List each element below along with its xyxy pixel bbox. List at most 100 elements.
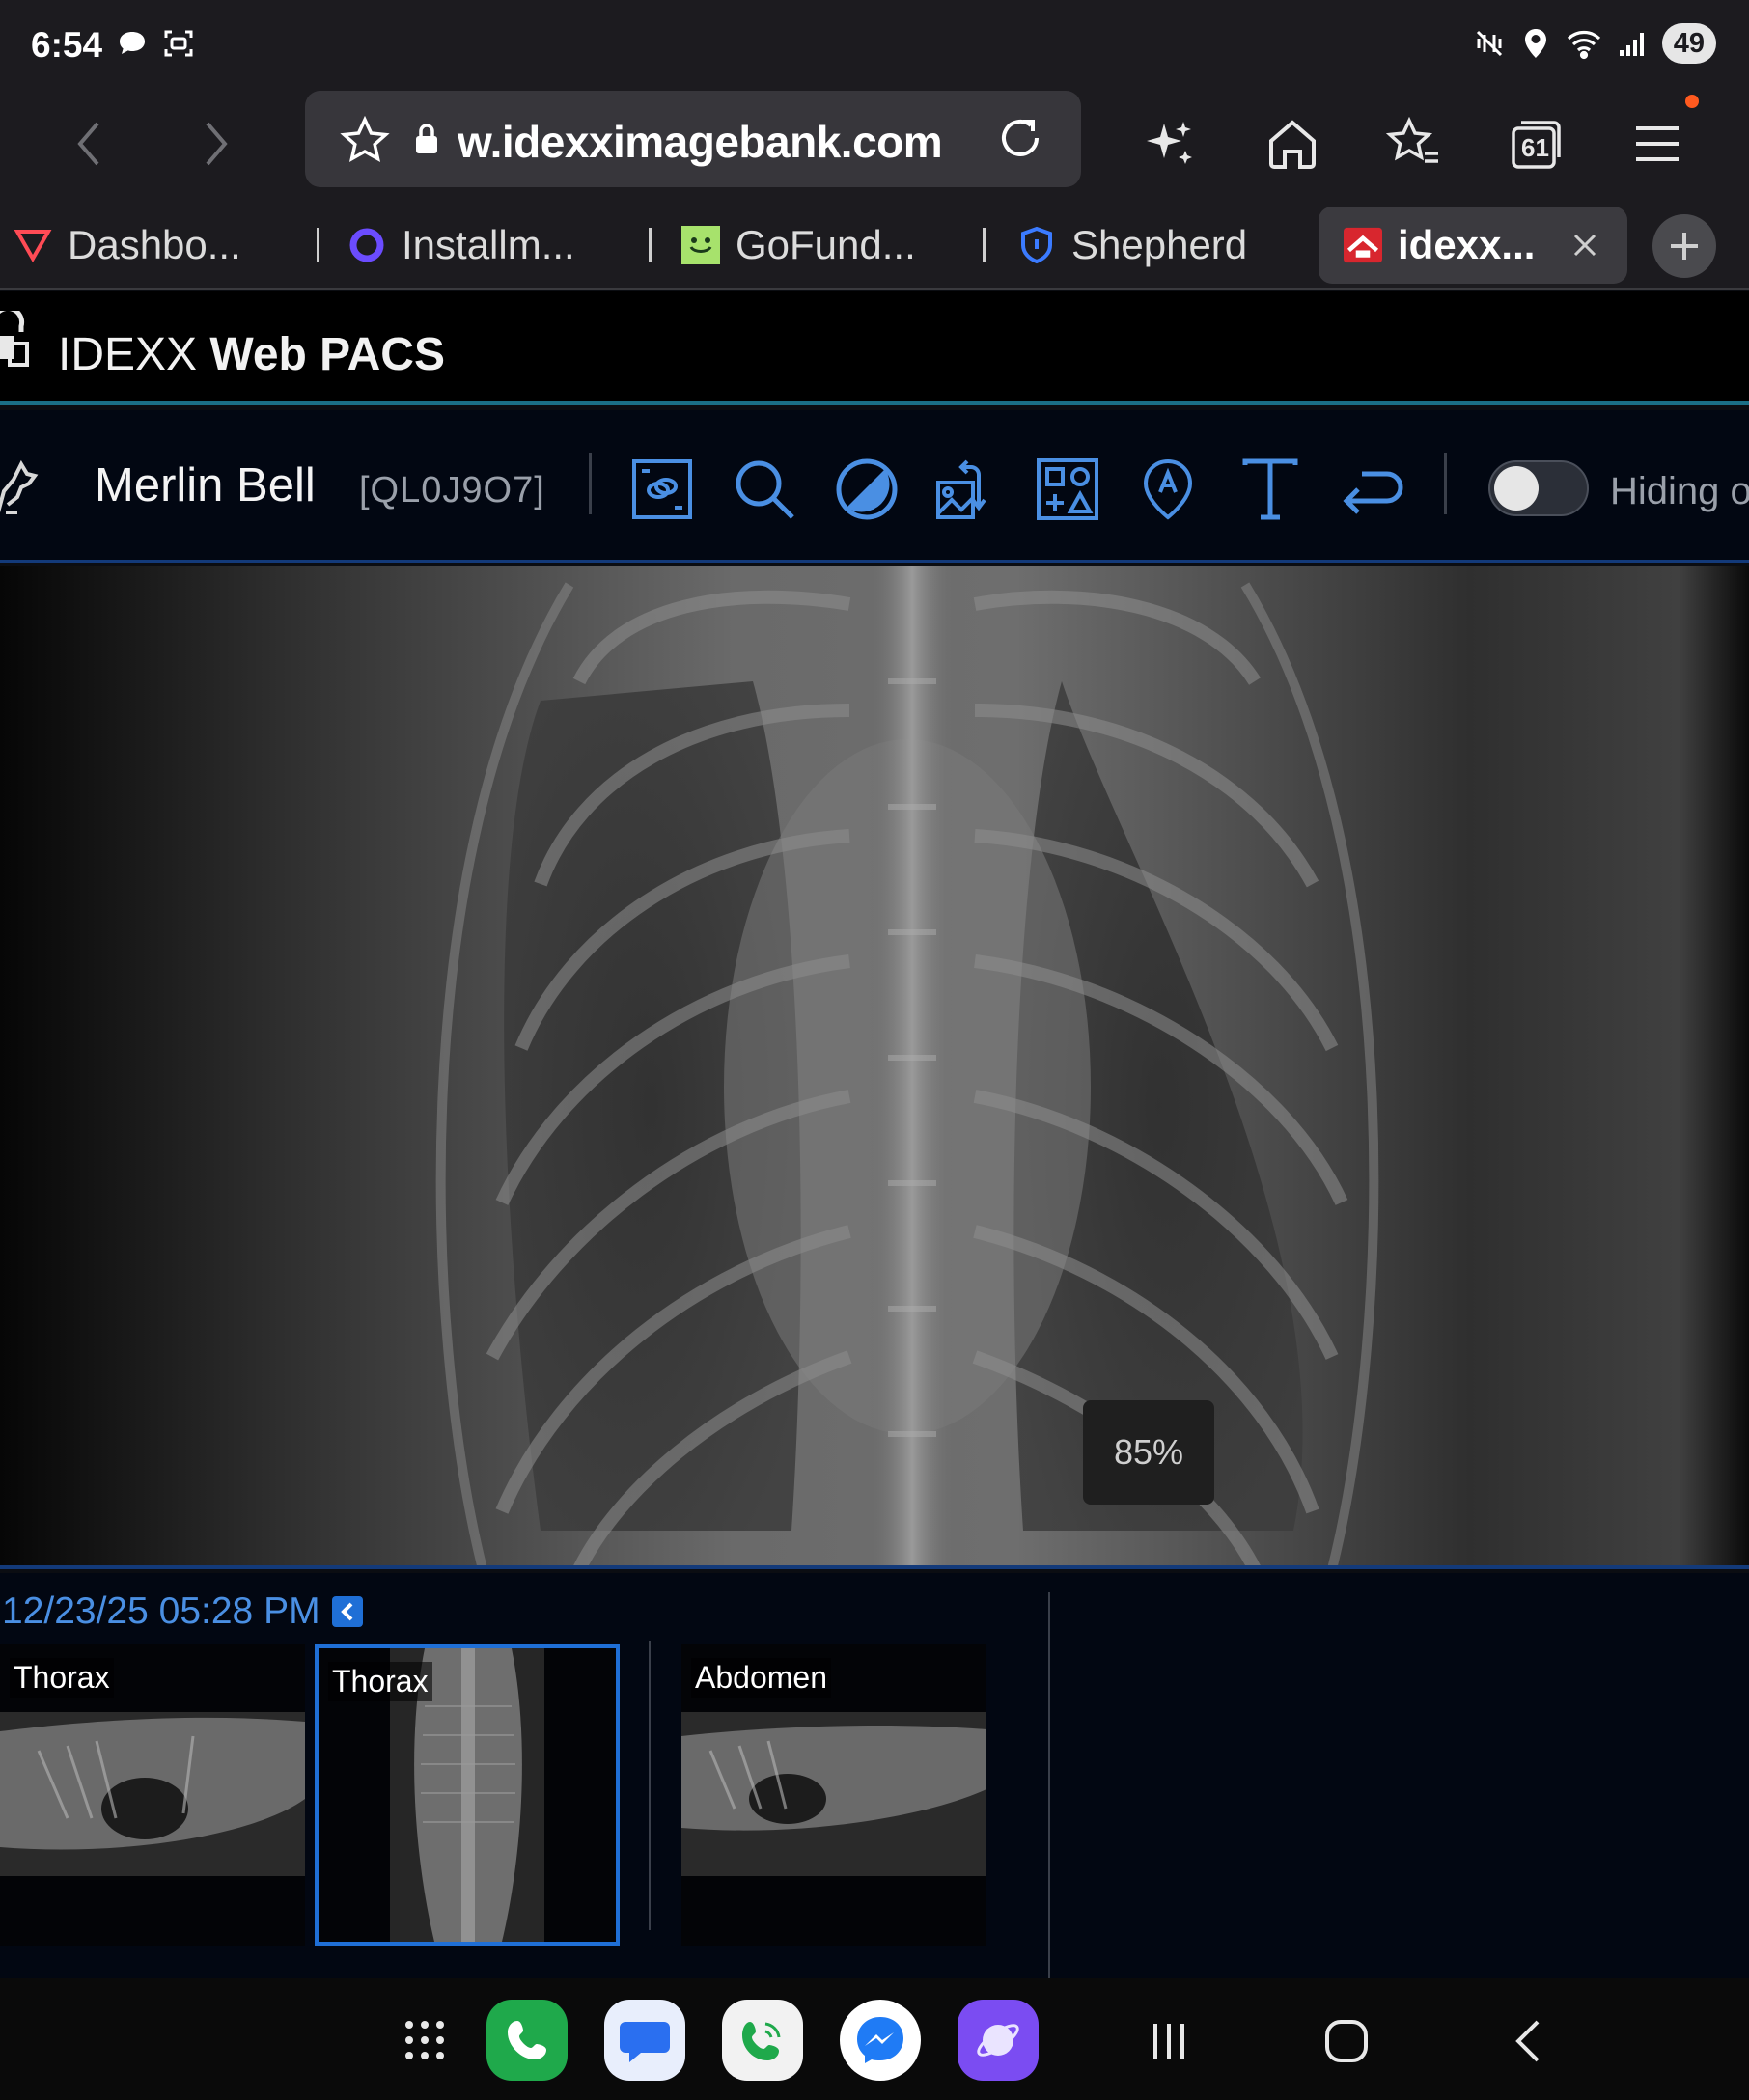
- contrast-icon: [836, 458, 898, 520]
- chevron-left-icon: [77, 122, 99, 166]
- tab-label: idexx...: [1398, 222, 1536, 267]
- home-nav-button[interactable]: [1313, 2007, 1380, 2075]
- planet-icon: [977, 2024, 1019, 2057]
- study-date-text: 12/23/25 05:28 PM: [2, 1590, 320, 1632]
- tab-label: GoFund...: [736, 222, 916, 267]
- undo-tool[interactable]: [1336, 453, 1409, 526]
- status-system-icons: 49: [1473, 23, 1716, 64]
- cat-icon: [0, 459, 39, 514]
- tab-label: Installm...: [402, 222, 575, 267]
- bookmarks-button[interactable]: [1382, 112, 1446, 176]
- xray-image: [0, 566, 1749, 1565]
- messenger-app[interactable]: [840, 2000, 921, 2081]
- tab-dashboard[interactable]: Dashbo...: [14, 207, 241, 284]
- location-icon: [1524, 29, 1546, 58]
- back-chevron-icon: [1515, 2020, 1540, 2062]
- tab-idexx[interactable]: idexx...: [1319, 207, 1627, 284]
- contrast-tool[interactable]: [830, 453, 903, 526]
- undo-icon: [1343, 471, 1403, 514]
- phone-call-icon: [742, 2022, 781, 2060]
- call-app[interactable]: [722, 2000, 803, 2081]
- home-circle-icon: [1325, 2020, 1368, 2062]
- home-button[interactable]: [1261, 112, 1324, 176]
- star-list-icon: [1386, 117, 1438, 163]
- menu-button[interactable]: [1625, 112, 1689, 176]
- lock-icon: [416, 124, 437, 153]
- magnifier-icon: [736, 460, 794, 519]
- rotate-image-tool[interactable]: [930, 453, 1004, 526]
- rotate-image-icon: [936, 459, 986, 519]
- wifi-icon: [1567, 31, 1600, 60]
- phone-icon: [508, 2021, 546, 2059]
- app-drawer-button[interactable]: [384, 2000, 465, 2081]
- new-tab-button[interactable]: [1652, 214, 1716, 278]
- bookmark-star-icon[interactable]: [340, 116, 390, 164]
- phone-app[interactable]: [486, 2000, 568, 2081]
- recents-button[interactable]: [1135, 2007, 1203, 2075]
- battery-indicator: 49: [1661, 23, 1716, 64]
- series-link-tool[interactable]: [625, 453, 699, 526]
- close-tab-icon[interactable]: [1571, 232, 1598, 259]
- image-link-icon: [632, 459, 692, 519]
- annotation-marker-tool[interactable]: [1131, 453, 1205, 526]
- series-panel: 12/23/25 05:28 PM Thorax Thorax Abdomen: [0, 1573, 1749, 1982]
- address-bar[interactable]: w.idexximagebank.com: [305, 91, 1081, 187]
- toggle-knob: [1494, 466, 1539, 511]
- series-divider: [649, 1641, 651, 1930]
- triangle-favicon-icon: [14, 226, 52, 264]
- tabs-button[interactable]: 61: [1504, 112, 1568, 176]
- thumbnail-label: Abdomen: [691, 1658, 831, 1698]
- app-grid-icon: [405, 2021, 444, 2059]
- internet-app[interactable]: [958, 2000, 1039, 2081]
- app-title-prefix: IDEXX: [58, 329, 198, 380]
- system-nav-bar: [0, 1978, 1749, 2100]
- menu-notification-dot: [1685, 95, 1699, 108]
- map-pin-a-icon: [1143, 458, 1193, 520]
- image-viewport[interactable]: 85%: [0, 566, 1749, 1569]
- series-panel-divider: [1048, 1592, 1050, 1982]
- thumbnail-thorax-vd[interactable]: Thorax: [315, 1644, 620, 1946]
- layout-tool[interactable]: [1031, 453, 1104, 526]
- message-bubble-icon: [620, 2022, 670, 2062]
- app-title-main: Web PACS: [209, 329, 445, 380]
- signal-icon: [1619, 33, 1644, 56]
- status-bar: 6:54 49: [0, 0, 1749, 89]
- sparkle-icon: [1147, 122, 1192, 164]
- study-date: 12/23/25 05:28 PM: [2, 1590, 363, 1633]
- url-text[interactable]: w.idexximagebank.com: [458, 116, 943, 168]
- tab-gofundme[interactable]: GoFund...: [681, 207, 916, 284]
- zoom-tool[interactable]: [728, 453, 801, 526]
- recents-icon: [1153, 2024, 1184, 2059]
- hamburger-menu-icon: [1636, 126, 1679, 161]
- patient-name: Merlin Bell: [95, 459, 316, 511]
- forward-button[interactable]: [183, 112, 247, 176]
- thumbnail-thorax-lateral[interactable]: Thorax: [0, 1644, 305, 1946]
- messages-app[interactable]: [604, 2000, 685, 2081]
- tab-shepherd[interactable]: Shepherd: [1017, 207, 1247, 284]
- browser-toolbar: w.idexximagebank.com 61: [0, 89, 1749, 203]
- hiding-toggle[interactable]: [1488, 460, 1589, 516]
- gofundme-favicon-icon: [681, 226, 720, 264]
- back-nav-button[interactable]: [1494, 2007, 1562, 2075]
- text-tool[interactable]: [1234, 453, 1307, 526]
- toolbar-divider: [1444, 453, 1447, 514]
- grid-shapes-icon: [1037, 458, 1098, 520]
- back-button[interactable]: [58, 112, 122, 176]
- tab-strip: Dashbo... Installm... GoFund... Shepherd…: [0, 203, 1749, 290]
- thumbnail-label: Thorax: [10, 1658, 114, 1698]
- patient-toolbar: Merlin Bell [QL0J9O7] Hiding o: [0, 410, 1749, 563]
- reload-icon[interactable]: [994, 112, 1046, 164]
- tab-divider: [649, 228, 652, 262]
- ai-assist-button[interactable]: [1139, 112, 1203, 176]
- tab-label: Dashbo...: [68, 222, 241, 267]
- thumbnail-abdomen[interactable]: Abdomen: [681, 1644, 986, 1946]
- toolbar-divider: [589, 453, 592, 514]
- app-header: IDEXX Web PACS: [0, 291, 1749, 405]
- tab-label: Shepherd: [1071, 222, 1248, 267]
- hiding-toggle-label: Hiding o: [1610, 470, 1749, 512]
- tab-installment[interactable]: Installm...: [347, 207, 575, 284]
- patient-id: [QL0J9O7]: [359, 470, 545, 511]
- zoom-level-badge: 85%: [1083, 1400, 1214, 1505]
- collapse-series-button[interactable]: [331, 1596, 363, 1627]
- screenshot-icon: [164, 30, 193, 57]
